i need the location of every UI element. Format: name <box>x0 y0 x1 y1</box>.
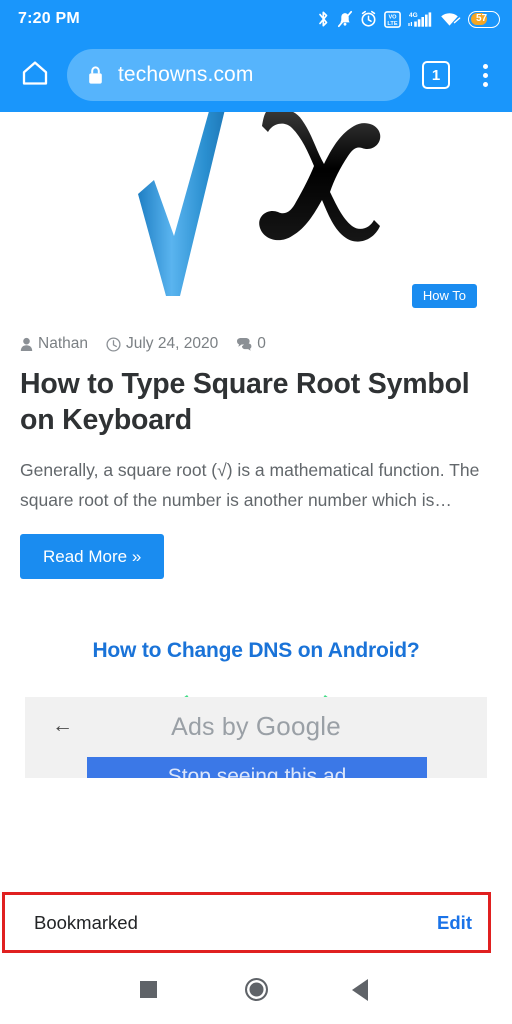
google-ad-overlay[interactable]: ← Ads by Google Stop seeing this ad <box>25 697 487 778</box>
lock-icon <box>87 65 104 86</box>
user-icon <box>20 337 33 352</box>
cellular-signal-4g-icon: 4G <box>408 10 432 28</box>
clock-icon <box>106 336 121 352</box>
menu-dot-1 <box>482 63 488 69</box>
menu-dot-3 <box>482 81 488 87</box>
alarm-icon <box>360 10 377 28</box>
mute-bell-icon <box>337 10 353 28</box>
author-meta: Nathan <box>20 335 88 353</box>
home-circle-icon <box>244 978 268 1001</box>
stop-seeing-ad-button[interactable]: Stop seeing this ad <box>87 757 427 778</box>
ad-attribution-brand: Google <box>255 711 341 741</box>
phone-screen: 7:20 PM VO LTE 4G 57 techowns.com 1 How … <box>0 0 512 1024</box>
recents-square-icon <box>139 981 157 998</box>
browser-toolbar: techowns.com 1 <box>0 38 512 112</box>
wifi-icon <box>439 10 461 28</box>
next-article-heading[interactable]: How to Change DNS on Android? <box>0 639 512 663</box>
article-meta: Nathan July 24, 2020 0 <box>0 317 512 353</box>
svg-text:4G: 4G <box>409 12 418 19</box>
volte-icon: VO LTE <box>384 10 401 28</box>
article-hero-image[interactable]: How To <box>0 112 512 317</box>
category-badge[interactable]: How To <box>411 284 477 308</box>
status-icon-tray: VO LTE 4G 57 <box>317 10 500 28</box>
publish-date: July 24, 2020 <box>125 335 219 352</box>
bluetooth-icon <box>317 10 330 28</box>
back-button[interactable] <box>325 955 395 1024</box>
back-triangle-icon <box>352 978 368 1001</box>
ad-attribution-prefix: Ads by <box>171 713 256 741</box>
article-excerpt: Generally, a square root (√) is a mathem… <box>20 459 480 511</box>
battery-percent-label: 57 <box>475 13 488 24</box>
bookmark-status-label: Bookmarked <box>34 911 138 933</box>
comment-bubble-icon <box>236 337 252 351</box>
home-icon <box>20 58 50 93</box>
home-button[interactable] <box>12 52 58 98</box>
comments-meta: 0 <box>236 335 266 353</box>
recents-button[interactable] <box>113 955 183 1024</box>
ad-attribution: Ads by Google <box>25 711 487 742</box>
status-clock: 7:20 PM <box>18 10 80 27</box>
battery-icon: 57 <box>468 10 500 28</box>
url-text[interactable]: techowns.com <box>118 63 253 87</box>
system-navigation-bar <box>0 955 512 1024</box>
svg-text:LTE: LTE <box>387 21 397 27</box>
svg-text:VO: VO <box>388 14 397 20</box>
bookmark-snackbar: Bookmarked Edit <box>0 890 512 955</box>
tab-counter-button[interactable]: 1 <box>422 61 450 89</box>
read-more-button[interactable]: Read More » <box>20 533 165 579</box>
date-meta: July 24, 2020 <box>106 335 218 353</box>
more-options-button[interactable] <box>464 52 506 98</box>
home-button-nav[interactable] <box>221 955 291 1024</box>
url-bar[interactable]: techowns.com <box>67 49 410 101</box>
comment-count: 0 <box>257 335 266 352</box>
menu-dot-2 <box>482 72 488 78</box>
edit-bookmark-button[interactable]: Edit <box>437 912 490 934</box>
article-title[interactable]: How to Type Square Root Symbol on Keyboa… <box>20 367 492 439</box>
author-name: Nathan <box>38 335 88 352</box>
status-bar: 7:20 PM VO LTE 4G 57 <box>0 0 512 38</box>
